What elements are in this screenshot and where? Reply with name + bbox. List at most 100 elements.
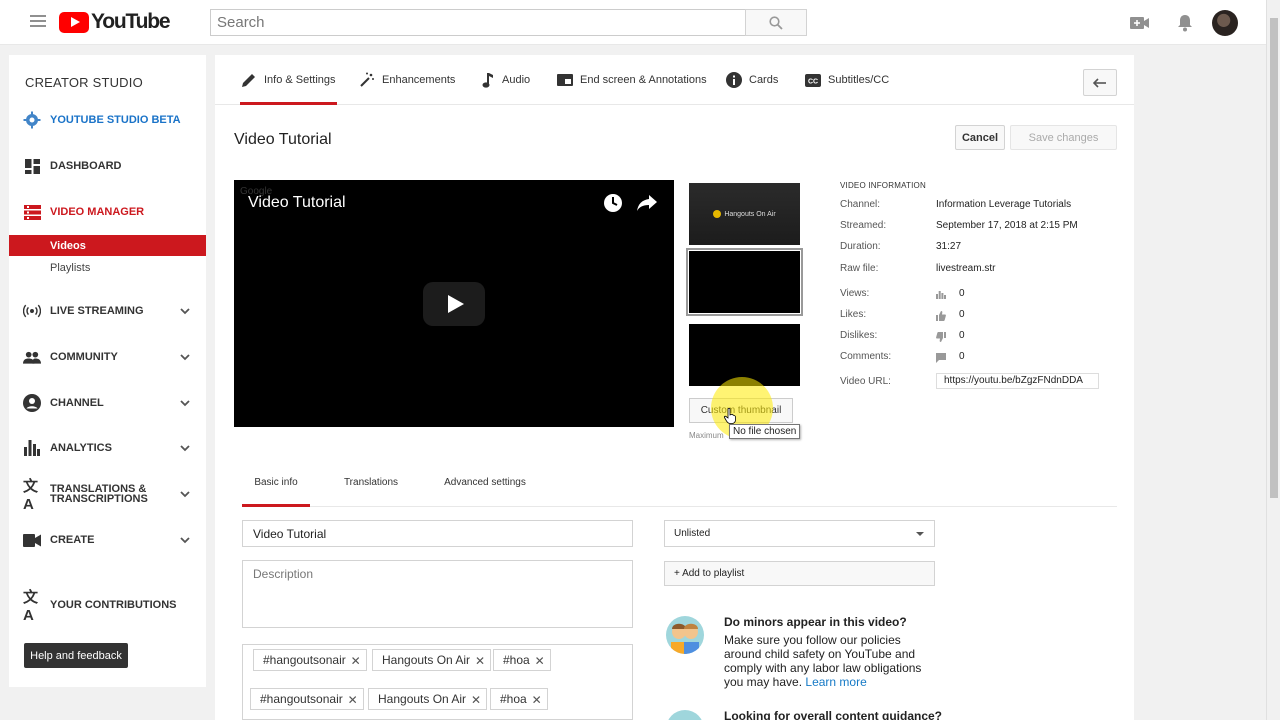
dashboard-icon — [23, 157, 41, 175]
thumbnail-size-note: Maximum — [689, 431, 724, 440]
sidebar-item-label: COMMUNITY — [50, 351, 118, 363]
account-icon — [23, 394, 41, 412]
info-label: Video URL: — [840, 376, 891, 387]
chevron-down-icon[interactable] — [180, 443, 190, 453]
tab-basic-info[interactable]: Basic info — [242, 458, 310, 507]
watch-later-icon[interactable] — [602, 192, 624, 214]
tab-cards[interactable]: Cards — [725, 55, 778, 105]
sidebar-item-label: YOUR CONTRIBUTIONS — [50, 599, 177, 611]
search-button[interactable] — [745, 9, 807, 36]
tab-translations[interactable]: Translations — [342, 458, 400, 507]
thumbnail-option-2[interactable] — [686, 248, 803, 316]
menu-icon[interactable] — [30, 15, 46, 29]
info-icon — [725, 71, 743, 89]
info-value: 31:27 — [936, 241, 962, 252]
creator-studio-sidebar: CREATOR STUDIO YOUTUBE STUDIO BETA DASHB… — [9, 55, 206, 687]
tag-chip[interactable]: Hangouts On Air ✕ — [372, 649, 492, 671]
help-feedback-button[interactable]: Help and feedback — [24, 643, 128, 668]
sidebar-item-community[interactable]: COMMUNITY — [9, 345, 206, 369]
remove-tag-icon[interactable]: ✕ — [535, 654, 545, 668]
tab-advanced-settings[interactable]: Advanced settings — [442, 458, 528, 507]
privacy-select[interactable]: Unlisted — [664, 520, 935, 547]
page-scrollbar[interactable] — [1266, 0, 1280, 720]
back-button[interactable] — [1083, 69, 1117, 96]
tab-subtitles[interactable]: CC Subtitles/CC — [804, 55, 889, 105]
share-icon[interactable] — [636, 192, 658, 214]
dropdown-arrow-icon — [916, 532, 924, 536]
chevron-down-icon[interactable] — [180, 535, 190, 545]
custom-thumbnail-button[interactable]: Custom thumbnail — [689, 398, 793, 423]
logo-text: YouTube — [91, 10, 171, 33]
chevron-down-icon[interactable] — [180, 398, 190, 408]
sidebar-item-translations[interactable]: 文A TRANSLATIONS & TRANSCRIPTIONS — [9, 478, 206, 513]
tab-audio[interactable]: Audio — [478, 55, 530, 105]
video-player[interactable]: Google Video Tutorial — [234, 180, 674, 427]
sidebar-item-label: DASHBOARD — [50, 160, 122, 172]
learn-more-link[interactable]: Learn more — [805, 675, 866, 689]
tag-chip[interactable]: #hangoutsonair ✕ — [253, 649, 367, 671]
chevron-down-icon[interactable] — [180, 306, 190, 316]
sidebar-subitem-label: Videos — [50, 239, 86, 252]
sidebar-item-create[interactable]: CREATE — [9, 528, 206, 552]
upload-video-icon[interactable] — [1129, 12, 1151, 34]
search-input[interactable] — [210, 9, 746, 36]
title-field[interactable] — [242, 520, 633, 547]
info-value: 0 — [959, 288, 965, 299]
play-button[interactable] — [423, 282, 485, 326]
tag-chip[interactable]: #hoa ✕ — [493, 649, 551, 671]
tab-label: Audio — [502, 74, 531, 86]
remove-tag-icon[interactable]: ✕ — [348, 693, 358, 707]
tags-field[interactable]: #hangoutsonair ✕ Hangouts On Air ✕ #hoa ✕ #… — [242, 644, 633, 720]
remove-tag-icon[interactable]: ✕ — [475, 654, 485, 668]
sidebar-item-dashboard[interactable]: DASHBOARD — [9, 154, 206, 178]
info-value: 0 — [959, 309, 965, 320]
tab-end-screen[interactable]: End screen & Annotations — [556, 55, 707, 105]
tag-label: #hoa — [503, 653, 530, 667]
tab-label: Subtitles/CC — [828, 74, 890, 86]
live-icon — [23, 302, 41, 320]
sidebar-item-your-contributions[interactable]: 文A YOUR CONTRIBUTIONS — [9, 589, 206, 624]
add-to-playlist-button[interactable]: + Add to playlist — [664, 561, 935, 586]
video-url-field[interactable]: https://youtu.be/bZgzFNdnDDA — [936, 373, 1099, 389]
sidebar-item-channel[interactable]: CHANNEL — [9, 391, 206, 415]
sidebar-item-video-manager[interactable]: VIDEO MANAGER — [9, 200, 206, 224]
thumbnail-option-1[interactable]: Hangouts On Air — [689, 183, 800, 245]
tab-label: Info & Settings — [264, 74, 336, 86]
notifications-bell-icon[interactable] — [1174, 12, 1196, 34]
back-arrow-icon — [1093, 77, 1106, 88]
hand-cursor-icon — [724, 408, 736, 424]
tab-label: Enhancements — [382, 74, 456, 86]
gear-icon — [23, 111, 41, 129]
youtube-logo[interactable]: YouTube — [59, 10, 171, 33]
sidebar-subitem-playlists[interactable]: Playlists — [9, 257, 206, 278]
sidebar-subitem-videos[interactable]: Videos — [9, 235, 206, 256]
tab-enhancements[interactable]: Enhancements — [358, 55, 455, 105]
tag-chip[interactable]: #hoa ✕ — [490, 688, 548, 710]
remove-tag-icon[interactable]: ✕ — [351, 654, 361, 668]
sidebar-item-live-streaming[interactable]: LIVE STREAMING — [9, 299, 206, 323]
sidebar-item-analytics[interactable]: ANALYTICS — [9, 436, 206, 460]
save-changes-button[interactable]: Save changes — [1010, 125, 1117, 150]
remove-tag-icon[interactable]: ✕ — [471, 693, 481, 707]
pencil-icon — [240, 71, 258, 89]
svg-text:CC: CC — [808, 78, 818, 85]
tag-label: #hangoutsonair — [263, 653, 346, 667]
description-field[interactable] — [242, 560, 633, 628]
remove-tag-icon[interactable]: ✕ — [532, 693, 542, 707]
tab-info-settings[interactable]: Info & Settings — [240, 55, 337, 105]
guidance-illustration-icon — [666, 710, 704, 720]
tag-chip[interactable]: Hangouts On Air ✕ — [368, 688, 488, 710]
thumbs-up-icon — [936, 310, 948, 321]
sidebar-item-label: CHANNEL — [50, 397, 104, 409]
thumbs-down-icon — [936, 331, 948, 342]
cancel-button[interactable]: Cancel — [955, 125, 1005, 150]
chevron-down-icon[interactable] — [180, 489, 190, 499]
sidebar-item-label: VIDEO MANAGER — [50, 206, 145, 218]
sidebar-item-studio-beta[interactable]: YOUTUBE STUDIO BETA — [9, 108, 206, 132]
avatar[interactable] — [1212, 10, 1238, 36]
thumbnail-option-3[interactable] — [689, 324, 800, 386]
scrollbar-thumb[interactable] — [1270, 18, 1278, 498]
tag-chip[interactable]: #hangoutsonair ✕ — [250, 688, 364, 710]
sidebar-subitem-label: Playlists — [50, 261, 91, 274]
chevron-down-icon[interactable] — [180, 352, 190, 362]
